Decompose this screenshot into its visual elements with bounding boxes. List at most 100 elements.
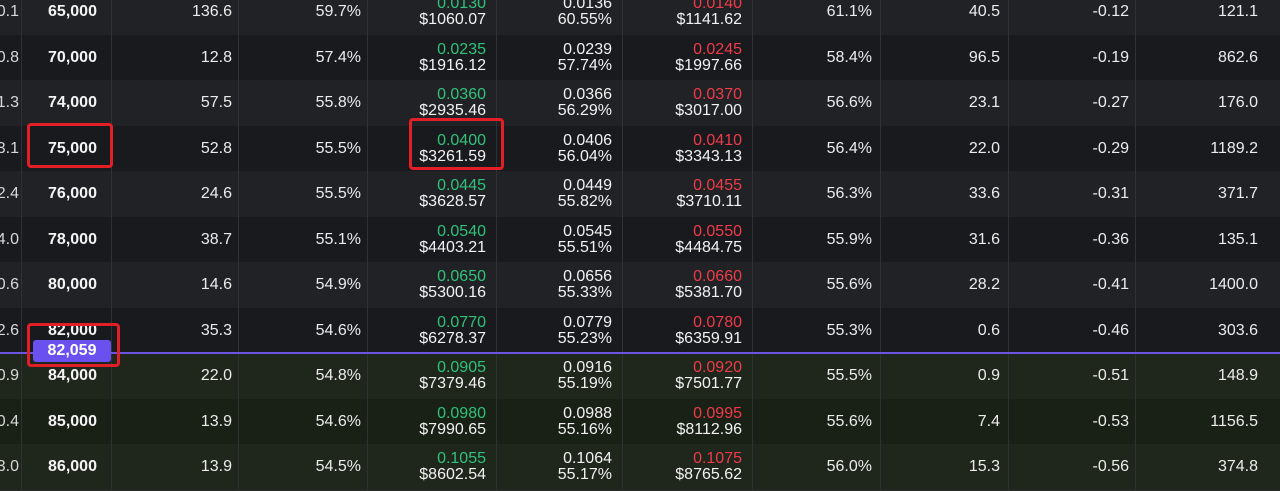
truncated-value: 3.0 [0, 444, 22, 490]
cell-size: 22.0 [111, 353, 239, 399]
bid-cell[interactable]: 0.0770 $6278.37 [368, 307, 497, 354]
table-row[interactable]: 0.4 85,000 13.9 54.6% 0.0980 $7990.65 0.0988 55… [0, 398, 1280, 446]
ask-usd: $8112.96 [676, 420, 742, 438]
mark-price: 0.0545 [563, 222, 612, 240]
bid-price: 0.0540 [437, 222, 486, 240]
cell-delta: -0.53 [1009, 398, 1136, 445]
bid-cell[interactable]: 0.1055 $8602.54 [368, 444, 497, 490]
bid-cell[interactable]: 0.0540 $4403.21 [368, 216, 497, 263]
mark-iv: 55.51% [557, 238, 612, 256]
ask-usd: $7501.77 [675, 375, 742, 392]
ask-cell[interactable]: 0.0370 $3017.00 [623, 80, 753, 126]
bid-usd: $3628.57 [419, 193, 486, 210]
bid-price: 0.0235 [437, 40, 486, 58]
truncated-value: 3.1 [0, 125, 22, 172]
bid-usd: $7990.65 [419, 420, 486, 438]
bid-usd: $8602.54 [419, 466, 486, 483]
table-row[interactable]: 2.4 76,000 24.6 55.5% 0.0445 $3628.57 0.0449 55… [0, 171, 1280, 218]
strike-price[interactable]: 74,000 [34, 80, 112, 126]
ask-price: 0.0370 [693, 86, 742, 103]
strike-price[interactable]: 78,000 [34, 216, 112, 263]
cell-ask-size: 22.0 [881, 125, 1009, 172]
strike-price[interactable]: 70,000 [34, 34, 112, 81]
ask-cell[interactable]: 0.0920 $7501.77 [623, 353, 753, 399]
cell-open-interest: 371.7 [1217, 185, 1258, 202]
strike-price[interactable]: 86,000 [34, 444, 112, 490]
ask-usd: $8765.62 [675, 466, 742, 483]
bid-usd: $2935.46 [419, 102, 486, 119]
cell-open-interest: 121.1 [1217, 3, 1258, 20]
mark-iv: 55.33% [557, 284, 612, 301]
ask-cell[interactable]: 0.0550 $4484.75 [623, 216, 753, 263]
strike-price[interactable]: 80,000 [34, 262, 112, 308]
ask-price: 0.0660 [693, 268, 742, 285]
bid-cell[interactable]: 0.0905 $7379.46 [368, 353, 497, 399]
mark-iv: 55.82% [557, 193, 612, 210]
bid-usd: $4403.21 [419, 238, 486, 256]
cell-size: 24.6 [111, 171, 239, 217]
cell-ask-size: 33.6 [881, 171, 1009, 217]
mark-iv: 56.04% [557, 147, 612, 165]
cell-size: 35.3 [111, 307, 239, 354]
table-row[interactable]: 3.1 75,000 52.8 55.5% 0.0400 $3261.59 0.0406 56… [0, 125, 1280, 173]
ask-cell[interactable]: 0.0995 $8112.96 [623, 398, 753, 445]
ask-price: 0.1075 [693, 450, 742, 467]
ask-usd: $1141.62 [676, 11, 742, 28]
cell-open-interest: 135.1 [1217, 230, 1258, 248]
cell-delta: -0.29 [1009, 125, 1136, 172]
strike-price[interactable]: 65,000 [34, 0, 112, 35]
cell-open-interest: 1400.0 [1209, 276, 1258, 293]
cell-iv-bid: 54.9% [239, 262, 368, 308]
mark-price: 0.0916 [563, 359, 612, 376]
bid-price: 0.0905 [437, 359, 486, 376]
ask-cell[interactable]: 0.0660 $5381.70 [623, 262, 753, 308]
table-row[interactable]: 4.0 78,000 38.7 55.1% 0.0540 $4403.21 0.0545 55… [0, 216, 1280, 264]
cell-iv-ask: 56.0% [753, 444, 881, 490]
table-row[interactable]: 2.6 82,000 35.3 54.6% 0.0770 $6278.37 0.0779 55… [0, 307, 1280, 355]
ask-cell[interactable]: 0.0140 $1141.62 [623, 0, 753, 35]
mark-price: 0.0779 [563, 313, 612, 331]
cell-iv-ask: 61.1% [753, 0, 881, 35]
bid-usd: $1060.07 [419, 11, 486, 28]
table-row[interactable]: 3.0 86,000 13.9 54.5% 0.1055 $8602.54 0.1064 55… [0, 444, 1280, 491]
ask-cell[interactable]: 0.0410 $3343.13 [623, 125, 753, 172]
table-row[interactable]: 0.6 80,000 14.6 54.9% 0.0650 $5300.16 0.0656 55… [0, 262, 1280, 309]
table-row[interactable]: 0.9 84,000 22.0 54.8% 0.0905 $7379.46 0.0916 55… [0, 353, 1280, 400]
ask-cell[interactable]: 0.1075 $8765.62 [623, 444, 753, 490]
cell-ask-size: 0.6 [881, 307, 1009, 354]
table-row[interactable]: 1.3 74,000 57.5 55.8% 0.0360 $2935.46 0.0366 56… [0, 80, 1280, 127]
cell-iv-ask: 55.3% [753, 307, 881, 354]
mark-cell: 0.0779 55.23% [497, 307, 623, 354]
truncated-value: 0.1 [0, 0, 22, 35]
cell-delta: -0.31 [1009, 171, 1136, 217]
bid-cell[interactable]: 0.0235 $1916.12 [368, 34, 497, 81]
bid-cell[interactable]: 0.0445 $3628.57 [368, 171, 497, 217]
cell-ask-size: 23.1 [881, 80, 1009, 126]
cell-delta: -0.46 [1009, 307, 1136, 354]
cell-iv-ask: 55.5% [753, 353, 881, 399]
table-row[interactable]: 0.8 70,000 12.8 57.4% 0.0235 $1916.12 0.0239 57… [0, 34, 1280, 82]
mark-cell: 0.0545 55.51% [497, 216, 623, 263]
cell-iv-bid: 55.5% [239, 171, 368, 217]
mark-cell: 0.0136 60.55% [497, 0, 623, 35]
bid-cell[interactable]: 0.0980 $7990.65 [368, 398, 497, 445]
cell-size: 136.6 [111, 0, 239, 35]
ask-usd: $4484.75 [675, 238, 742, 256]
ask-cell[interactable]: 0.0780 $6359.91 [623, 307, 753, 354]
cell-open-interest: 148.9 [1217, 367, 1258, 384]
cell-size: 38.7 [111, 216, 239, 263]
strike-price[interactable]: 76,000 [34, 171, 112, 217]
highlight-price-badge [27, 323, 120, 367]
bid-cell[interactable]: 0.0130 $1060.07 [368, 0, 497, 35]
truncated-value: 0.6 [0, 262, 22, 308]
mark-cell: 0.0656 55.33% [497, 262, 623, 308]
table-row[interactable]: 0.1 65,000 136.6 59.7% 0.0130 $1060.07 0.0136 6… [0, 0, 1280, 36]
mark-price: 0.0449 [563, 177, 612, 194]
cell-ask-size: 28.2 [881, 262, 1009, 308]
bid-cell[interactable]: 0.0650 $5300.16 [368, 262, 497, 308]
cell-iv-ask: 56.4% [753, 125, 881, 172]
strike-price[interactable]: 85,000 [34, 398, 112, 445]
ask-cell[interactable]: 0.0245 $1997.66 [623, 34, 753, 81]
ask-usd: $3017.00 [675, 102, 742, 119]
ask-cell[interactable]: 0.0455 $3710.11 [623, 171, 753, 217]
